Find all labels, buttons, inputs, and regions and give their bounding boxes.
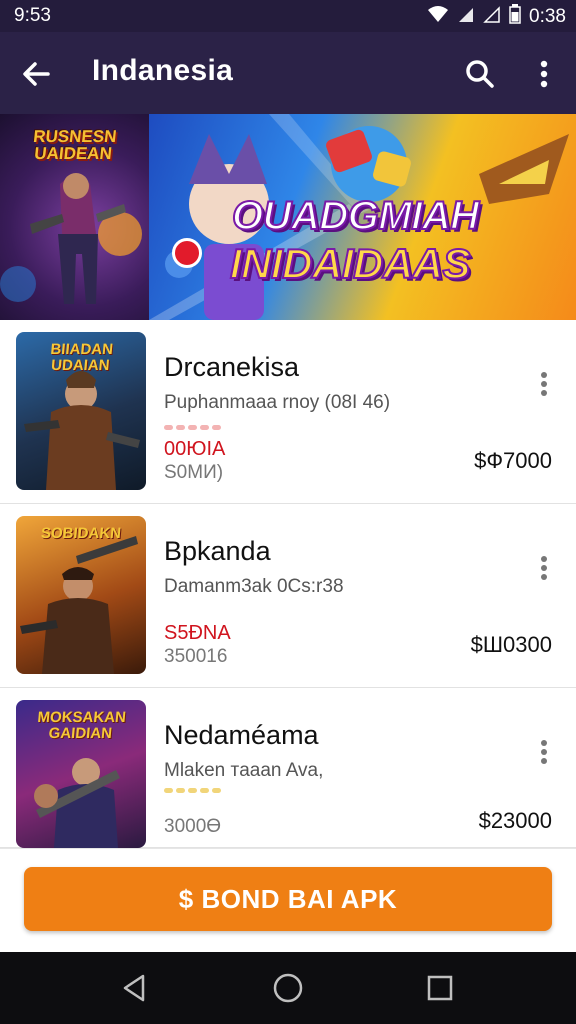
status-icons: 0:38 [427,4,566,29]
nav-recents-button[interactable] [418,966,462,1010]
list-item[interactable]: BIIADAN UDAIAN Drcanekisa Puphanmaaa rno… [0,320,576,504]
back-button[interactable] [14,52,58,96]
status-bar: 9:53 0:38 [0,0,576,32]
signal-icon-2 [483,5,501,28]
bottom-action-area: $ BOND BAI APK [0,848,576,952]
item-price-grey: 350016 [164,646,228,667]
app-bar: Indanesia [0,32,576,114]
item-menu-button[interactable] [530,548,558,588]
item-thumbnail: MOKSAKAN GAIDIAN [16,700,146,848]
thumb-title: SOBIDAKN [40,525,122,542]
banner-left-title: RUSNESN UAIDEAN [32,127,118,163]
download-apk-button[interactable]: $ BOND BAI APK [24,867,552,931]
list-item[interactable]: SOBIDAKN Bpkanda Damanm3ak 0Cs:r38 S5ÐNA… [0,504,576,688]
item-price: $Ф7000 [474,448,552,473]
item-title: Drcanekisa [164,352,300,382]
page-title: Indanesia [92,54,234,87]
item-price-red: S5ÐNA [164,622,231,644]
banner-headline-1: OUADGMIAH [231,193,480,239]
battery-icon [509,4,521,29]
item-subtitle: Puphanmaaa rnoy (08I 46) [164,392,391,413]
record-dot-icon [172,238,202,268]
nav-back-button[interactable] [112,966,156,1010]
item-menu-button[interactable] [530,732,558,772]
wifi-icon [427,5,449,28]
status-time-right: 0:38 [529,5,566,27]
item-price-red: 00ЮIA [164,438,226,460]
item-subtitle: Mlaken тaaan Ava, [164,760,324,781]
item-title: Bpkanda [164,536,271,566]
item-price: $Ш0300 [470,632,552,657]
triangle-back-icon [123,974,145,1002]
nav-home-button[interactable] [266,966,310,1010]
search-icon [466,60,494,88]
more-vertical-icon [541,372,547,396]
rating-dots [164,425,221,430]
more-vertical-icon [540,60,548,88]
square-recents-icon [427,975,453,1001]
item-subtitle: Damanm3ak 0Cs:r38 [164,576,344,597]
banner-left-art: RUSNESN UAIDEAN [0,114,149,320]
item-menu-button[interactable] [530,364,558,404]
item-title: Nedaméama [164,720,319,750]
more-vertical-icon [541,556,547,580]
item-price-grey: 3000Ө [164,816,222,837]
thumb-title: MOKSAKAN GAIDIAN [36,709,127,742]
arrow-left-icon [23,62,50,86]
overflow-menu-button[interactable] [522,52,566,96]
more-vertical-icon [541,740,547,764]
signal-icon [457,5,475,28]
circle-home-icon [273,973,303,1003]
rating-dots [164,788,221,793]
item-thumbnail: SOBIDAKN [16,516,146,674]
banner-headline-2: INIDAIDAAS [229,239,472,288]
status-time: 9:53 [14,5,51,26]
item-price-grey: S0MИ) [164,462,224,483]
system-nav-bar [0,952,576,1024]
search-button[interactable] [458,52,502,96]
item-thumbnail: BIIADAN UDAIAN [16,332,146,490]
item-price: $23000 [478,808,552,833]
list-item[interactable]: MOKSAKAN GAIDIAN Nedaméama Mlaken тaaan … [0,688,576,848]
thumb-title: BIIADAN UDAIAN [49,341,114,374]
